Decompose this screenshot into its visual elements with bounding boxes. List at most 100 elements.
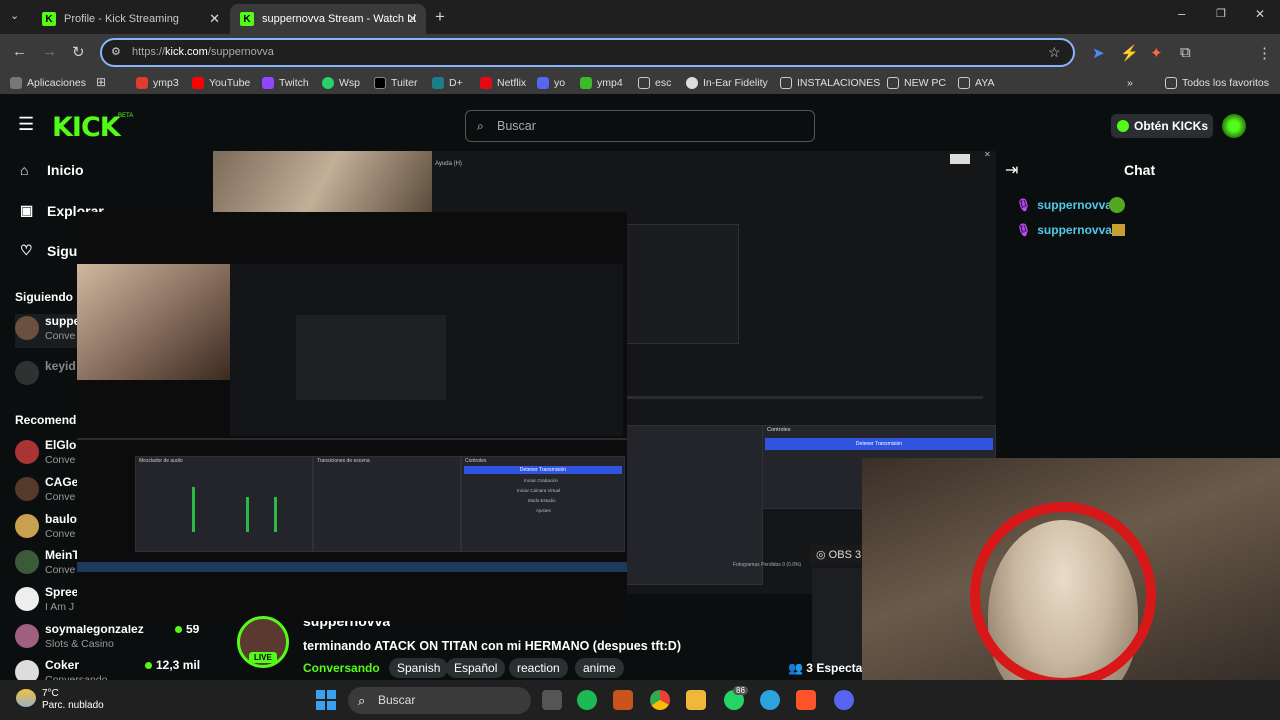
tab-stream[interactable]: K suppernovva Stream - Watch Li ✕	[230, 4, 426, 34]
hamburger-menu-icon[interactable]: ☰	[18, 114, 34, 135]
weather-widget[interactable]: 7°C Parc. nublado	[42, 688, 104, 712]
collapse-chat-icon[interactable]: ⇥	[1005, 160, 1018, 180]
tab-search-chevron-icon[interactable]: ⌄	[10, 9, 19, 22]
bookmark-new-pc[interactable]: NEW PC	[887, 77, 946, 89]
extension-3-icon[interactable]: ✦	[1150, 44, 1163, 62]
forward-icon[interactable]: →	[42, 43, 57, 60]
get-kicks-button[interactable]: Obtén KICKs	[1111, 114, 1213, 138]
nav-home[interactable]: ⌂ Inicio	[20, 162, 84, 178]
obs-taskbar-preview[interactable]: ◎ OBS 3	[810, 545, 862, 565]
bookmark-youtube[interactable]: YouTube	[192, 77, 250, 89]
obs-close-icon[interactable]: ✕	[984, 150, 991, 159]
bookmark-netflix[interactable]: Netflix	[480, 77, 526, 89]
obs-icon: ◎	[816, 549, 826, 561]
obs-preview-nested	[626, 224, 739, 344]
stream-title: terminando ATACK ON TITAN con mi HERMANO…	[303, 639, 681, 653]
tab-groups-icon[interactable]: ⊞	[96, 75, 106, 89]
webcam-thumbnail-image	[213, 151, 432, 213]
bookmarks-overflow-button[interactable]: »	[1127, 77, 1133, 89]
nested-controls-title: Controles	[465, 458, 487, 464]
bookmark-instalaciones[interactable]: INSTALACIONES	[780, 77, 880, 89]
apps-grid-icon	[10, 77, 22, 89]
stream-category[interactable]: Conversando	[303, 661, 380, 675]
bookmark-apps[interactable]: Aplicaciones	[10, 77, 86, 89]
back-icon[interactable]: ←	[12, 43, 27, 60]
channel-category: Conve	[45, 330, 76, 342]
emote-icon	[1109, 197, 1125, 213]
stop-stream-button[interactable]: Detener Transmisión	[765, 438, 993, 450]
channel-name: Coker	[45, 658, 80, 672]
tag-espanol[interactable]: Español	[446, 658, 506, 678]
chat-username[interactable]: suppernovva:	[1037, 198, 1116, 212]
bookmark-star-icon[interactable]: ☆	[1048, 40, 1061, 65]
tab-title: suppernovva Stream - Watch Li	[262, 13, 416, 25]
bookmark-in-ear[interactable]: In-Ear Fidelity	[686, 77, 768, 89]
chat-message: 🎙 suppernovva:	[1016, 197, 1125, 213]
user-avatar[interactable]	[1222, 114, 1246, 138]
extension-1-icon[interactable]: ➤	[1092, 44, 1105, 62]
extensions-puzzle-icon[interactable]: ⧉	[1180, 44, 1191, 61]
taskbar-search[interactable]: ⌕ Buscar	[348, 687, 531, 714]
nested-stop-stream-button[interactable]: Detener Transmisión	[464, 466, 622, 474]
close-tab-icon[interactable]: ✕	[407, 11, 418, 27]
stop-stream-label: Detener Transmisión	[855, 441, 903, 447]
chrome-icon[interactable]	[650, 690, 670, 710]
start-icon[interactable]	[316, 690, 336, 710]
weather-icon[interactable]	[16, 689, 36, 707]
get-kicks-label: Obtén KICKs	[1134, 119, 1209, 133]
tab-profile[interactable]: K Profile - Kick Streaming ✕	[32, 4, 228, 34]
reload-icon[interactable]: ↻	[72, 43, 85, 61]
bookmark-ymp4[interactable]: ymp4	[580, 77, 623, 89]
nested-stop-stream-label: Detener Transmisión	[519, 467, 567, 473]
search-input[interactable]: ⌕ Buscar	[465, 110, 815, 142]
address-bar[interactable]: ⚙ https://kick.com/suppernovva ☆	[100, 38, 1075, 67]
obs-preview-label: OBS 3	[828, 549, 862, 561]
home-icon: ⌂	[20, 162, 29, 178]
minimize-icon[interactable]: –	[1178, 6, 1185, 21]
tab-strip: ⌄ K Profile - Kick Streaming ✕ K suppern…	[0, 0, 1280, 34]
bookmark-ymp3[interactable]: ymp3	[136, 77, 179, 89]
tooltip-minimize	[950, 154, 970, 164]
spotify-icon[interactable]	[577, 690, 597, 710]
all-bookmarks[interactable]: Todos los favoritos	[1165, 77, 1269, 89]
file-explorer-icon[interactable]	[686, 690, 706, 710]
nav-label: Inicio	[47, 162, 84, 178]
bookmark-esc[interactable]: esc	[638, 77, 671, 89]
avatar	[15, 477, 39, 501]
recommended-channel[interactable]: soymalegonzalez Slots & Casino 59	[15, 622, 205, 656]
avatar	[15, 316, 39, 340]
channel-category: I Am J	[45, 601, 75, 613]
bookmark-aya[interactable]: AYA	[958, 77, 994, 89]
youtube-icon	[192, 77, 204, 89]
menu-kebab-icon[interactable]: ⋮	[1257, 44, 1272, 62]
bookmark-disney[interactable]: D+	[432, 77, 463, 89]
extension-2-icon[interactable]: ⚡	[1120, 44, 1139, 62]
avatar	[15, 624, 39, 648]
netflix-icon	[480, 77, 492, 89]
site-info-icon[interactable]: ⚙	[111, 40, 121, 65]
obs-controls-header: Controles	[767, 427, 791, 433]
nav-following[interactable]: ♡ Sigui	[20, 242, 81, 259]
task-view-icon[interactable]	[542, 690, 562, 710]
calculator-icon[interactable]	[613, 690, 633, 710]
telegram-icon[interactable]	[760, 690, 780, 710]
kick-logo[interactable]: KICK	[52, 112, 121, 143]
brave-icon[interactable]	[796, 690, 816, 710]
discord-icon[interactable]	[834, 690, 854, 710]
channel-category: Conve	[45, 491, 76, 503]
discord-icon	[537, 77, 549, 89]
ymp4-icon	[580, 77, 592, 89]
tag-anime[interactable]: anime	[575, 658, 624, 678]
maximize-icon[interactable]: ❐	[1216, 7, 1226, 20]
tag-spanish[interactable]: Spanish	[389, 658, 449, 678]
bookmark-yo[interactable]: yo	[537, 77, 565, 89]
bookmark-label: ymp4	[597, 77, 623, 89]
chat-username[interactable]: suppernovva:	[1037, 223, 1116, 237]
new-tab-icon[interactable]: +	[435, 7, 445, 27]
tag-reaction[interactable]: reaction	[509, 658, 568, 678]
close-window-icon[interactable]: ✕	[1255, 7, 1265, 21]
bookmark-tuiter[interactable]: Tuiter	[374, 77, 417, 89]
close-tab-icon[interactable]: ✕	[209, 11, 220, 27]
bookmark-twitch[interactable]: Twitch	[262, 77, 309, 89]
bookmark-wsp[interactable]: Wsp	[322, 77, 360, 89]
